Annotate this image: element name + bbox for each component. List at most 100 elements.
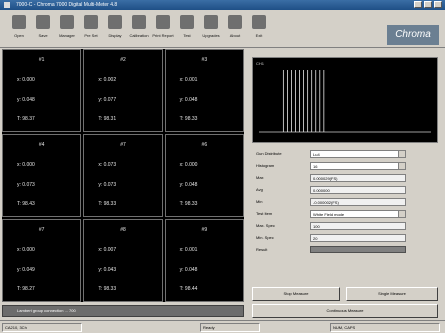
stop-measure-button[interactable]: Stop Measure xyxy=(252,287,340,301)
upgrade-icon xyxy=(204,15,218,29)
app-icon xyxy=(4,2,10,8)
channel-cell[interactable]: #7 x: 0.073 y: 0.073 T: 98.33 xyxy=(83,134,163,217)
title-bar: 7000-C - Chroma 7000 Digital Multi-Meter… xyxy=(0,0,445,10)
toolbar-display-button[interactable]: Display xyxy=(104,13,126,43)
channel-name: #2 xyxy=(120,57,126,63)
toolbar-exit-button[interactable]: Exit xyxy=(248,13,270,43)
channel-name: #7 xyxy=(120,142,126,148)
channel-name: #9 xyxy=(201,227,208,233)
form-value-field[interactable]: 16 xyxy=(310,162,406,170)
channel-y-value: y: 0.048 xyxy=(179,97,198,103)
about-icon xyxy=(228,15,242,29)
channel-y-value: y: 0.048 xyxy=(17,97,35,103)
channel-t-value: T: 98.31 xyxy=(98,116,117,122)
channel-cell[interactable]: #8 x: 0.007 y: 0.043 T: 98.33 xyxy=(83,219,163,302)
open-icon xyxy=(12,15,26,29)
test-icon xyxy=(180,15,194,29)
toolbar-button-label: Manager xyxy=(59,33,75,38)
toolbar-about-button[interactable]: About xyxy=(224,13,246,43)
status-bar: CA210, 3Ch Ready NUM, CAPS xyxy=(0,320,445,333)
channel-cell[interactable]: #4 x: 0.000 y: 0.073 T: 98.43 xyxy=(2,134,82,217)
status-state: Ready xyxy=(200,323,260,332)
form-row: Avg 0.000000 xyxy=(252,186,436,195)
single-measure-button[interactable]: Single Measure xyxy=(346,287,438,301)
toolbar-manager-button[interactable]: Manager xyxy=(56,13,78,43)
channel-t-value: T: 98.33 xyxy=(98,286,117,292)
toolbar-print-report-button[interactable]: Print Report xyxy=(152,13,174,43)
channel-t-value: T: 98.33 xyxy=(179,201,198,207)
toolbar-button-label: Upgrades xyxy=(202,33,220,38)
form-value-field[interactable]: 0.000000 xyxy=(310,186,406,194)
toolbar-button-label: Open xyxy=(14,33,24,38)
channel-cell[interactable]: #3 x: 0.001 y: 0.048 T: 98.33 xyxy=(164,49,244,132)
channel-cell[interactable]: #9 x: 0.001 y: 0.048 T: 98.44 xyxy=(164,219,244,302)
channel-name: #6 xyxy=(201,142,208,148)
channel-cell[interactable]: #1 x: 0.000 y: 0.048 T: 98.37 xyxy=(2,49,82,132)
form-row: Max. Spec 100 xyxy=(252,222,436,231)
form-row: Gun Distribute Lu4 xyxy=(252,150,436,159)
form-value-field[interactable]: 0.000029(FS) xyxy=(310,174,406,182)
waveform-channel-label: CH1 xyxy=(256,61,265,66)
dropdown-arrow-icon[interactable] xyxy=(398,162,406,170)
display-icon xyxy=(108,15,122,29)
channel-t-value: T: 98.33 xyxy=(98,201,117,207)
dropdown-arrow-icon[interactable] xyxy=(398,150,406,158)
channel-cell[interactable]: #2 x: 0.002 y: 0.077 T: 98.31 xyxy=(83,49,163,132)
channel-name: #7 xyxy=(38,227,45,233)
toolbar-calibration-button[interactable]: Calibration xyxy=(128,13,150,43)
manager-icon xyxy=(60,15,74,29)
form-label: Result xyxy=(256,247,268,252)
waveform-display: CH1 xyxy=(252,57,438,143)
toolbar-test-button[interactable]: Test xyxy=(176,13,198,43)
form-row: Test Item White Field mode xyxy=(252,210,436,219)
channel-x-value: x: 0.001 xyxy=(179,247,198,253)
toolbar-save-button[interactable]: Save xyxy=(32,13,54,43)
close-button[interactable] xyxy=(434,1,442,8)
channel-name: #4 xyxy=(38,142,45,148)
toolbar-button-label: Calibration xyxy=(129,33,149,38)
channel-x-value: x: 0.000 xyxy=(17,247,35,253)
brand-logo: Chroma xyxy=(387,25,439,45)
form-row: Result xyxy=(252,246,436,255)
status-keys: NUM, CAPS xyxy=(330,323,440,332)
channel-x-value: x: 0.000 xyxy=(179,162,198,168)
toolbar-button-label: Test xyxy=(183,33,191,38)
channel-y-value: y: 0.073 xyxy=(17,182,35,188)
channel-name: #8 xyxy=(120,227,126,233)
channel-y-value: y: 0.049 xyxy=(17,267,35,273)
form-value-field[interactable]: Lu4 xyxy=(310,150,406,158)
channel-cell[interactable]: #6 x: 0.000 y: 0.048 T: 98.33 xyxy=(164,134,244,217)
measurement-panel: Gun Distribute Lu4 Histogram 16 Max 0.000029(… xyxy=(252,146,436,284)
channel-x-value: x: 0.001 xyxy=(179,77,198,83)
toolbar: Chroma Open Save Manager Pre Set Display Cali… xyxy=(0,10,445,48)
toolbar-pre-set-button[interactable]: Pre Set xyxy=(80,13,102,43)
toolbar-button-label: Exit xyxy=(255,33,263,38)
toolbar-open-button[interactable]: Open xyxy=(8,13,30,43)
toolbar-button-label: Print Report xyxy=(152,33,174,38)
maximize-button[interactable] xyxy=(424,1,432,8)
toolbar-upgrades-button[interactable]: Upgrades xyxy=(200,13,222,43)
form-value-field[interactable]: -0.000002(FS) xyxy=(310,198,406,206)
preset-icon xyxy=(84,15,98,29)
form-value-field[interactable]: White Field mode xyxy=(310,210,406,218)
form-value-field[interactable]: 100 xyxy=(310,222,406,230)
channel-grid: #1 x: 0.000 y: 0.048 T: 98.37 #2 x: 0.002 y: 0… xyxy=(2,49,244,302)
form-row: Histogram 16 xyxy=(252,162,436,171)
channel-cell[interactable]: #7 x: 0.000 y: 0.049 T: 98.27 xyxy=(2,219,82,302)
result-bar xyxy=(310,246,406,253)
form-label: Min. Spec xyxy=(256,235,274,240)
form-value-field[interactable]: 20 xyxy=(310,234,406,242)
channel-x-value: x: 0.000 xyxy=(17,77,35,83)
dropdown-arrow-icon[interactable] xyxy=(398,210,406,218)
channel-x-value: x: 0.000 xyxy=(17,162,35,168)
toolbar-button-label: About xyxy=(229,33,241,38)
window-title: 7000-C - Chroma 7000 Digital Multi-Meter… xyxy=(16,2,118,8)
channel-name: #1 xyxy=(38,57,45,63)
channel-t-value: T: 98.37 xyxy=(17,116,35,122)
exit-icon xyxy=(252,15,266,29)
print-icon xyxy=(156,15,170,29)
form-label: Max xyxy=(256,175,264,180)
channel-t-value: T: 98.33 xyxy=(179,116,198,122)
continuous-measure-button[interactable]: Continuous Measure xyxy=(252,304,438,318)
minimize-button[interactable] xyxy=(414,1,422,8)
